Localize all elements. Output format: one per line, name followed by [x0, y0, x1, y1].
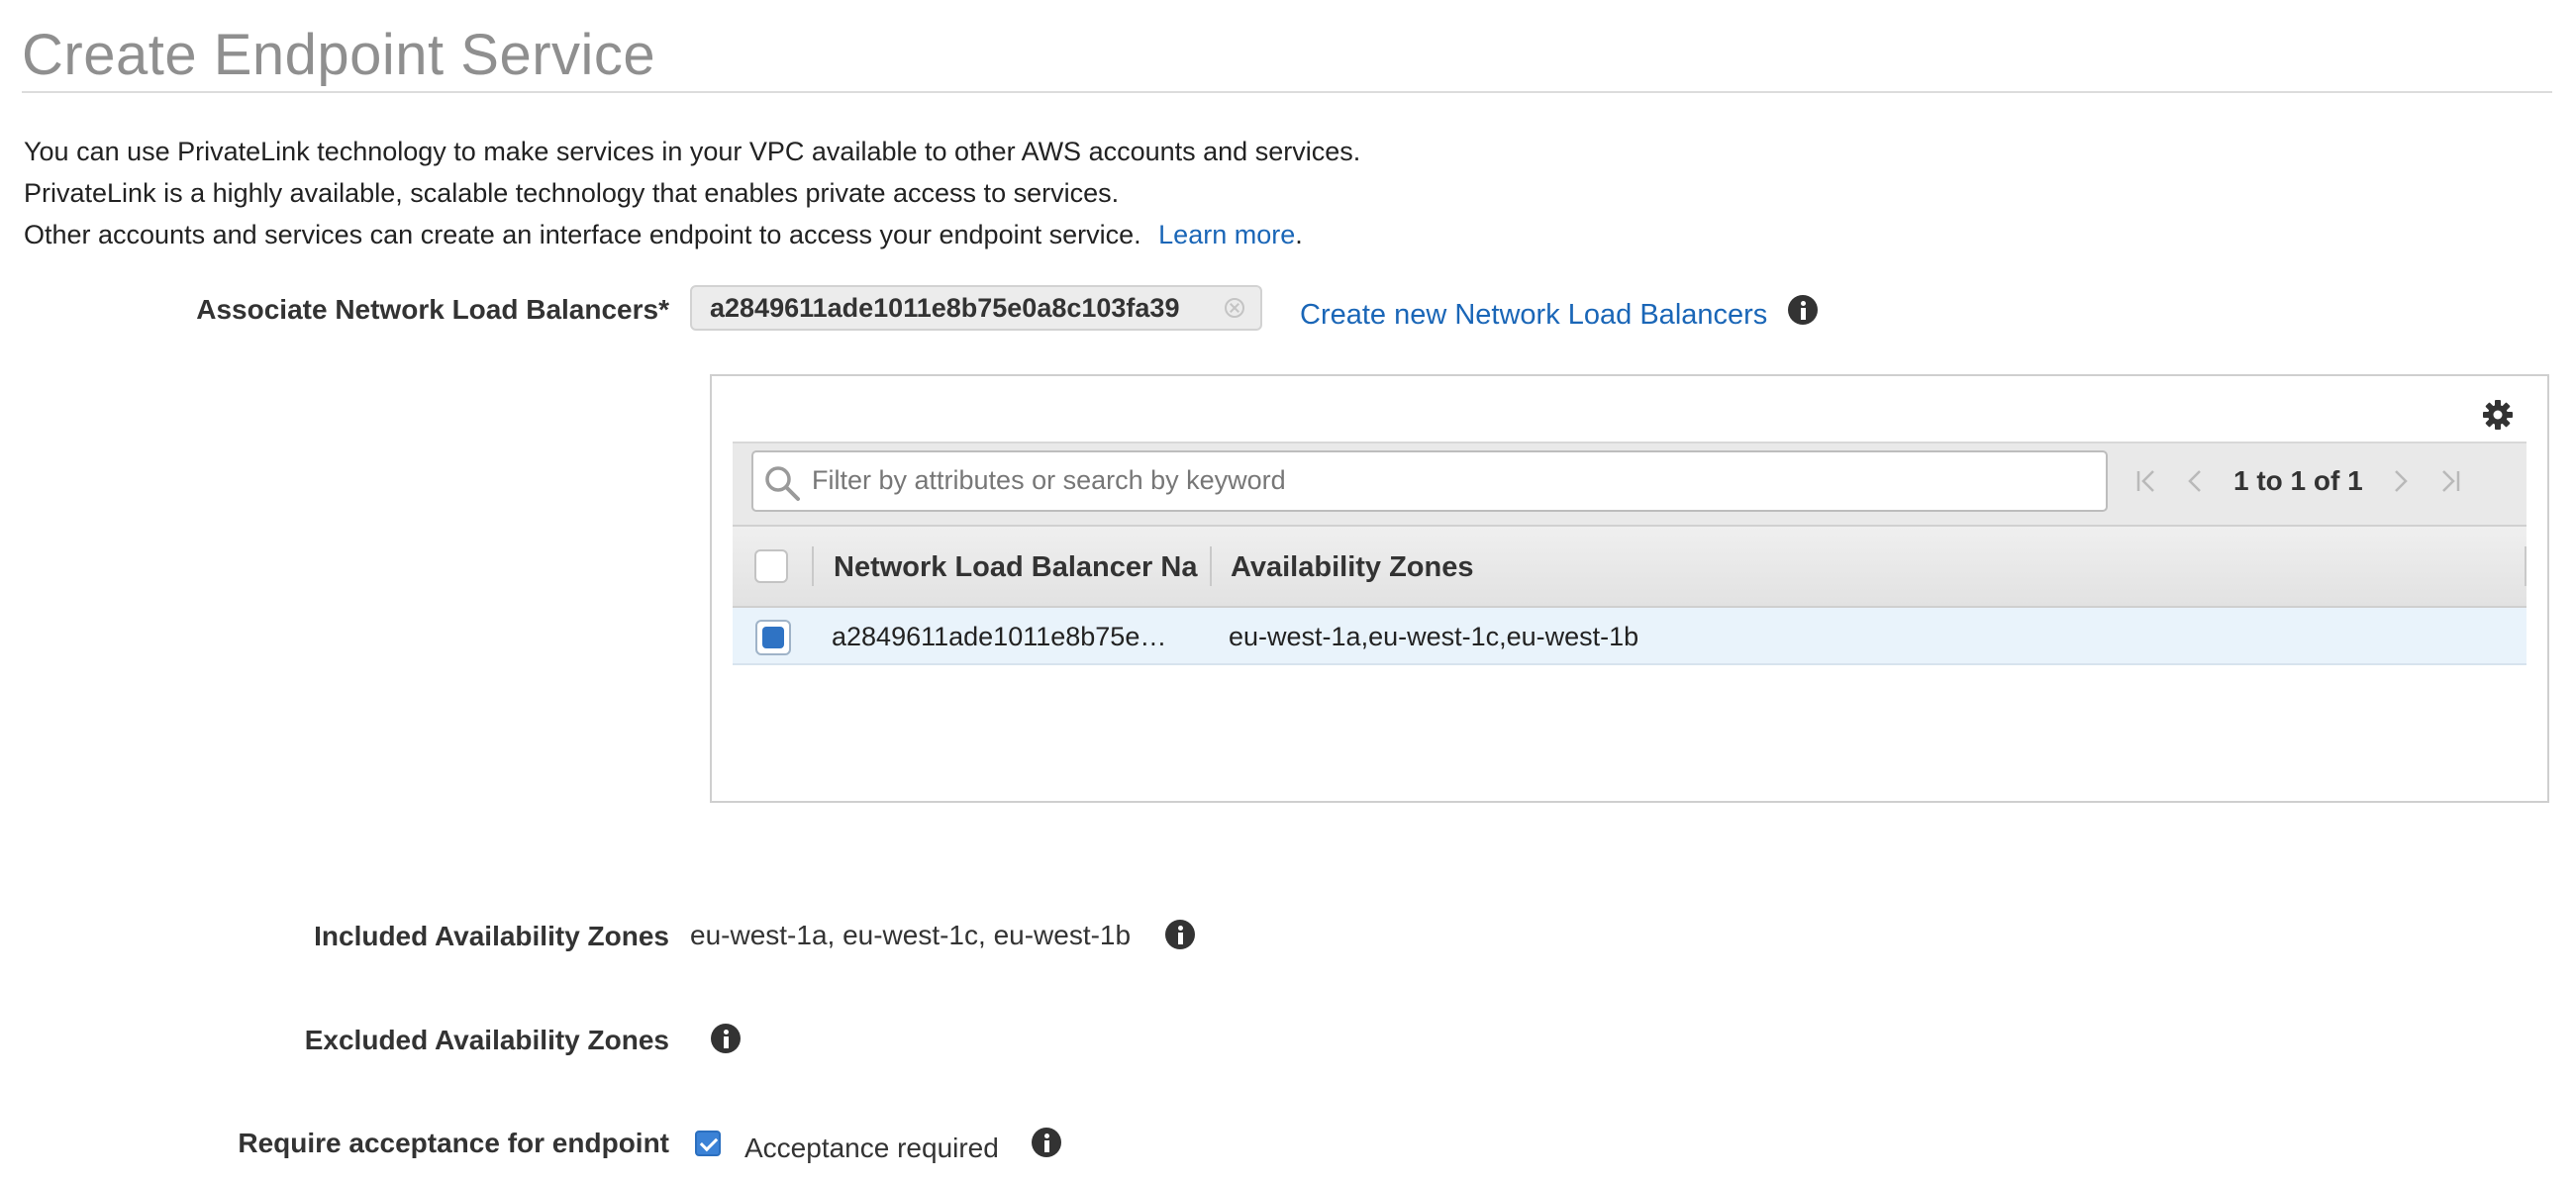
page-title: Create Endpoint Service — [22, 23, 656, 87]
column-divider — [812, 546, 814, 586]
intro-line-3: Other accounts and services can create a… — [24, 220, 1303, 250]
select-all-checkbox[interactable] — [754, 549, 788, 583]
create-nlb-link[interactable]: Create new Network Load Balancers — [1300, 299, 1767, 332]
clear-tag-icon[interactable] — [1225, 298, 1244, 318]
last-page-icon[interactable] — [2435, 467, 2463, 495]
previous-page-icon[interactable] — [2182, 467, 2210, 495]
pagination-text: 1 to 1 of 1 — [2233, 465, 2363, 496]
column-header-name[interactable]: Network Load Balancer Na — [834, 551, 1197, 584]
included-zones-label: Included Availability Zones — [314, 921, 669, 951]
intro-period: . — [1295, 220, 1303, 249]
selected-nlb-tag-text: a2849611ade1011e8b75e0a8c103fa39 — [710, 293, 1180, 323]
gear-icon[interactable] — [2482, 399, 2514, 431]
associate-nlb-label: Associate Network Load Balancers* — [196, 294, 669, 325]
row-checkbox[interactable] — [755, 620, 791, 655]
title-divider — [22, 91, 2552, 93]
info-icon[interactable] — [1032, 1128, 1061, 1157]
column-header-zones[interactable]: Availability Zones — [1231, 551, 1474, 584]
row-nlb-name: a2849611ade1011e8b75e… — [832, 622, 1167, 651]
acceptance-checkbox-label[interactable]: Acceptance required — [744, 1133, 999, 1164]
info-icon[interactable] — [1788, 295, 1818, 325]
excluded-zones-label: Excluded Availability Zones — [304, 1025, 669, 1055]
column-divider[interactable] — [1210, 546, 1212, 586]
first-page-icon[interactable] — [2133, 467, 2161, 495]
intro-line-1: You can use PrivateLink technology to ma… — [24, 137, 1361, 166]
info-icon[interactable] — [1165, 920, 1195, 949]
intro-line-2: PrivateLink is a highly available, scala… — [24, 178, 1120, 208]
included-zones-value: eu-west-1a, eu-west-1c, eu-west-1b — [690, 920, 1132, 950]
info-icon[interactable] — [711, 1024, 741, 1053]
learn-more-link[interactable]: Learn more — [1158, 220, 1295, 249]
column-divider — [2525, 546, 2526, 586]
search-placeholder: Filter by attributes or search by keywor… — [812, 465, 1286, 495]
acceptance-checkbox[interactable] — [695, 1131, 721, 1156]
next-page-icon[interactable] — [2386, 467, 2414, 495]
row-zones: eu-west-1a,eu-west-1c,eu-west-1b — [1229, 622, 1639, 651]
intro-line-3-text: Other accounts and services can create a… — [24, 220, 1141, 249]
selected-nlb-tag[interactable]: a2849611ade1011e8b75e0a8c103fa39 — [690, 285, 1262, 331]
search-icon — [765, 466, 800, 501]
acceptance-label: Require acceptance for endpoint — [238, 1128, 669, 1158]
